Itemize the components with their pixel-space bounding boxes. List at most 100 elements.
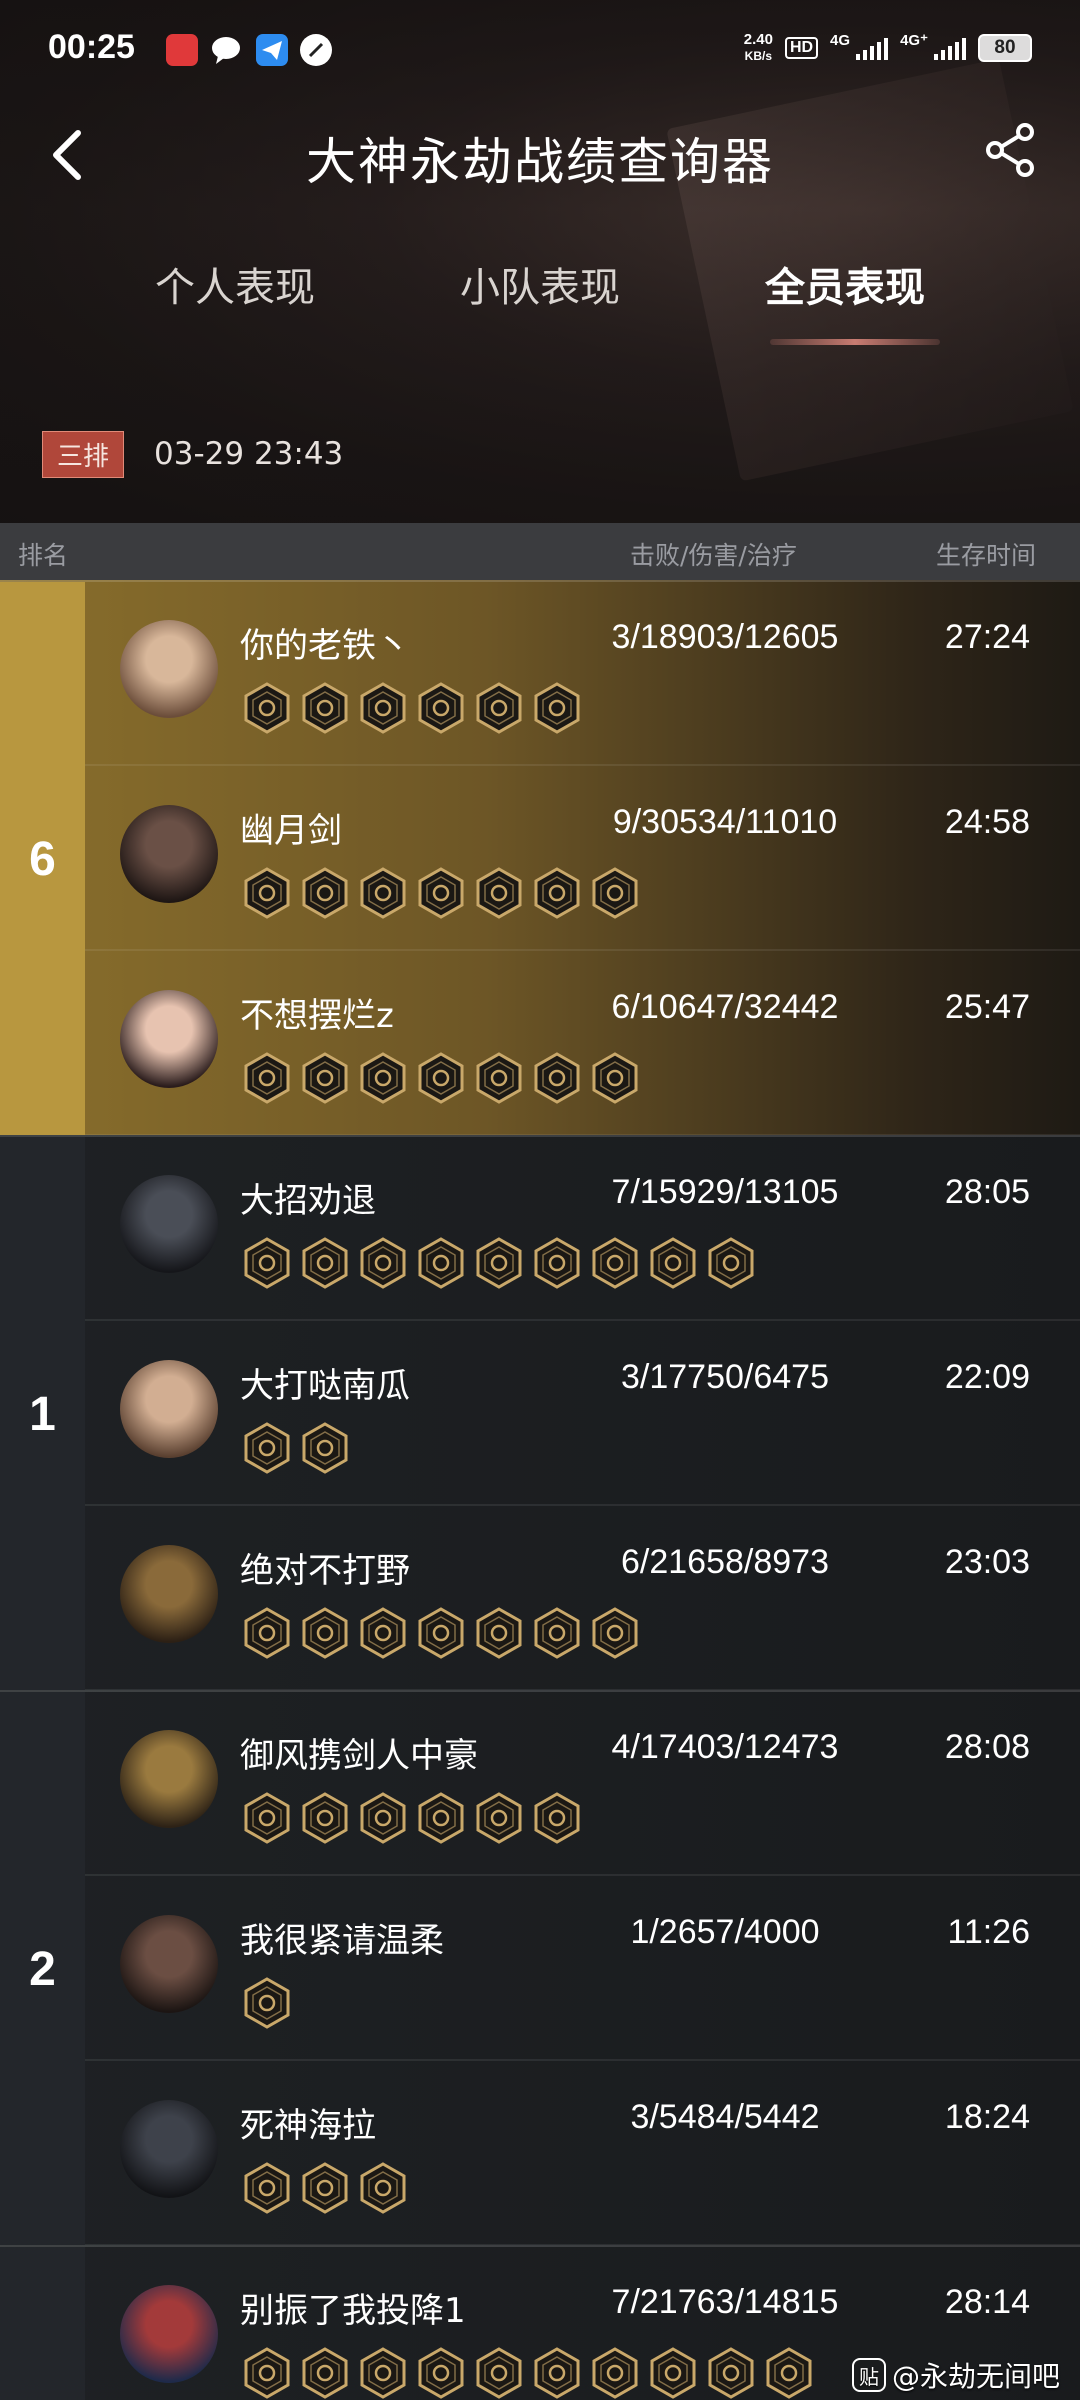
player-avatar[interactable] [120,1360,218,1458]
achievement-badge-icon[interactable] [243,1422,291,1474]
achievement-badge-icon[interactable] [475,1792,523,1844]
achievement-badge-icon[interactable] [301,1422,349,1474]
nav-bar: 大神永劫战绩查询器 [0,110,1080,200]
achievement-badge-icon[interactable] [301,867,349,919]
achievement-badge-icon[interactable] [475,1607,523,1659]
achievement-badge-icon[interactable] [243,2347,291,2399]
achievement-badge-icon[interactable] [475,682,523,734]
achievement-badge-icon[interactable] [591,1237,639,1289]
achievement-badge-icon[interactable] [359,1792,407,1844]
achievement-badge-icon[interactable] [243,1792,291,1844]
achievement-badge-icon[interactable] [301,2347,349,2399]
tab-bar: 个人表现 小队表现 全员表现 [0,255,1080,355]
player-name: 幽月剑 [240,811,342,851]
achievement-badge-icon[interactable] [475,2347,523,2399]
achievement-badge-icon[interactable] [533,1792,581,1844]
achievement-badge-icon[interactable] [359,682,407,734]
achievement-badge-icon[interactable] [243,2162,291,2214]
achievement-badge-icon[interactable] [591,1607,639,1659]
achievement-badge-icon[interactable] [591,2347,639,2399]
achievement-badge-icon[interactable] [533,2347,581,2399]
player-row[interactable]: 御风携剑人中豪 4/17403/12473 28:08 [85,1692,1080,1876]
achievement-badge-icon[interactable] [649,1237,697,1289]
achievement-badge-icon[interactable] [301,2162,349,2214]
achievement-badge-icon[interactable] [359,2162,407,2214]
achievement-badge-icon[interactable] [301,1237,349,1289]
player-row[interactable]: 幽月剑 9/30534/11010 24:58 [85,767,1080,951]
rank-number [0,2247,85,2400]
player-avatar[interactable] [120,1915,218,2013]
achievement-badge-icon[interactable] [301,1607,349,1659]
player-stats: 9/30534/11010 [612,803,838,841]
achievement-badge-icon[interactable] [417,1237,465,1289]
achievement-badge-icon[interactable] [417,867,465,919]
achievement-badge-icon[interactable] [243,682,291,734]
achievement-badge-icon[interactable] [417,1792,465,1844]
achievement-badge-icon[interactable] [359,867,407,919]
status-time: 00:25 [48,28,135,66]
achievement-badge-icon[interactable] [301,1052,349,1104]
player-name: 绝对不打野 [240,1551,410,1591]
rank-group: 1 大招劝退 7/15929/13105 28:05 大打哒南瓜 3/17750/6475… [0,1135,1080,1692]
tab-individual[interactable]: 个人表现 [155,255,315,313]
net-speed: 2.40 KB/s [743,31,773,64]
col-survival: 生存时间 [936,541,1037,570]
player-avatar[interactable] [120,990,218,1088]
player-row[interactable]: 死神海拉 3/5484/5442 18:24 [85,2062,1080,2246]
achievement-badges [243,2162,407,2214]
player-avatar[interactable] [120,1730,218,1828]
player-row[interactable]: 你的老铁丶 3/18903/12605 27:24 [85,582,1080,766]
player-row[interactable]: 不想摆烂z 6/10647/32442 25:47 [85,952,1080,1136]
share-icon[interactable] [980,120,1040,180]
player-name: 我很紧请温柔 [240,1921,444,1961]
achievement-badge-icon[interactable] [243,1977,291,2029]
player-row[interactable]: 大招劝退 7/15929/13105 28:05 [85,1137,1080,1321]
player-row[interactable]: 大打哒南瓜 3/17750/6475 22:09 [85,1322,1080,1506]
tab-all[interactable]: 全员表现 [765,255,925,313]
achievement-badge-icon[interactable] [533,1607,581,1659]
survival-time: 28:08 [944,1728,1030,1766]
battery-icon: 80 [978,34,1032,62]
player-avatar[interactable] [120,2285,218,2383]
achievement-badge-icon[interactable] [359,1607,407,1659]
achievement-badge-icon[interactable] [301,1792,349,1844]
player-row[interactable]: 绝对不打野 6/21658/8973 23:03 [85,1507,1080,1691]
achievement-badge-icon[interactable] [475,867,523,919]
player-stats: 3/5484/5442 [630,2098,820,2136]
achievement-badges [243,682,581,734]
achievement-badge-icon[interactable] [359,1237,407,1289]
achievement-badge-icon[interactable] [475,1237,523,1289]
player-avatar[interactable] [120,805,218,903]
achievement-badge-icon[interactable] [243,1052,291,1104]
achievement-badge-icon[interactable] [417,2347,465,2399]
achievement-badge-icon[interactable] [243,1237,291,1289]
achievement-badge-icon[interactable] [359,2347,407,2399]
achievement-badge-icon[interactable] [765,2347,813,2399]
player-avatar[interactable] [120,1545,218,1643]
achievement-badge-icon[interactable] [417,1052,465,1104]
player-avatar[interactable] [120,1175,218,1273]
achievement-badge-icon[interactable] [649,2347,697,2399]
player-row[interactable]: 我很紧请温柔 1/2657/4000 11:26 [85,1877,1080,2061]
achievement-badge-icon[interactable] [533,1052,581,1104]
player-avatar[interactable] [120,2100,218,2198]
achievement-badge-icon[interactable] [475,1052,523,1104]
survival-time: 28:05 [944,1173,1030,1211]
achievement-badge-icon[interactable] [417,1607,465,1659]
achievement-badge-icon[interactable] [707,1237,755,1289]
achievement-badge-icon[interactable] [707,2347,755,2399]
achievement-badge-icon[interactable] [533,867,581,919]
achievement-badge-icon[interactable] [417,682,465,734]
achievement-badge-icon[interactable] [591,867,639,919]
achievement-badge-icon[interactable] [301,682,349,734]
achievement-badge-icon[interactable] [533,1237,581,1289]
tab-squad[interactable]: 小队表现 [460,255,620,313]
achievement-badge-icon[interactable] [533,682,581,734]
player-avatar[interactable] [120,620,218,718]
achievement-badges [243,1792,581,1844]
achievement-badge-icon[interactable] [359,1052,407,1104]
achievement-badge-icon[interactable] [243,867,291,919]
achievement-badge-icon[interactable] [591,1052,639,1104]
player-stats: 6/10647/32442 [611,988,839,1026]
achievement-badge-icon[interactable] [243,1607,291,1659]
